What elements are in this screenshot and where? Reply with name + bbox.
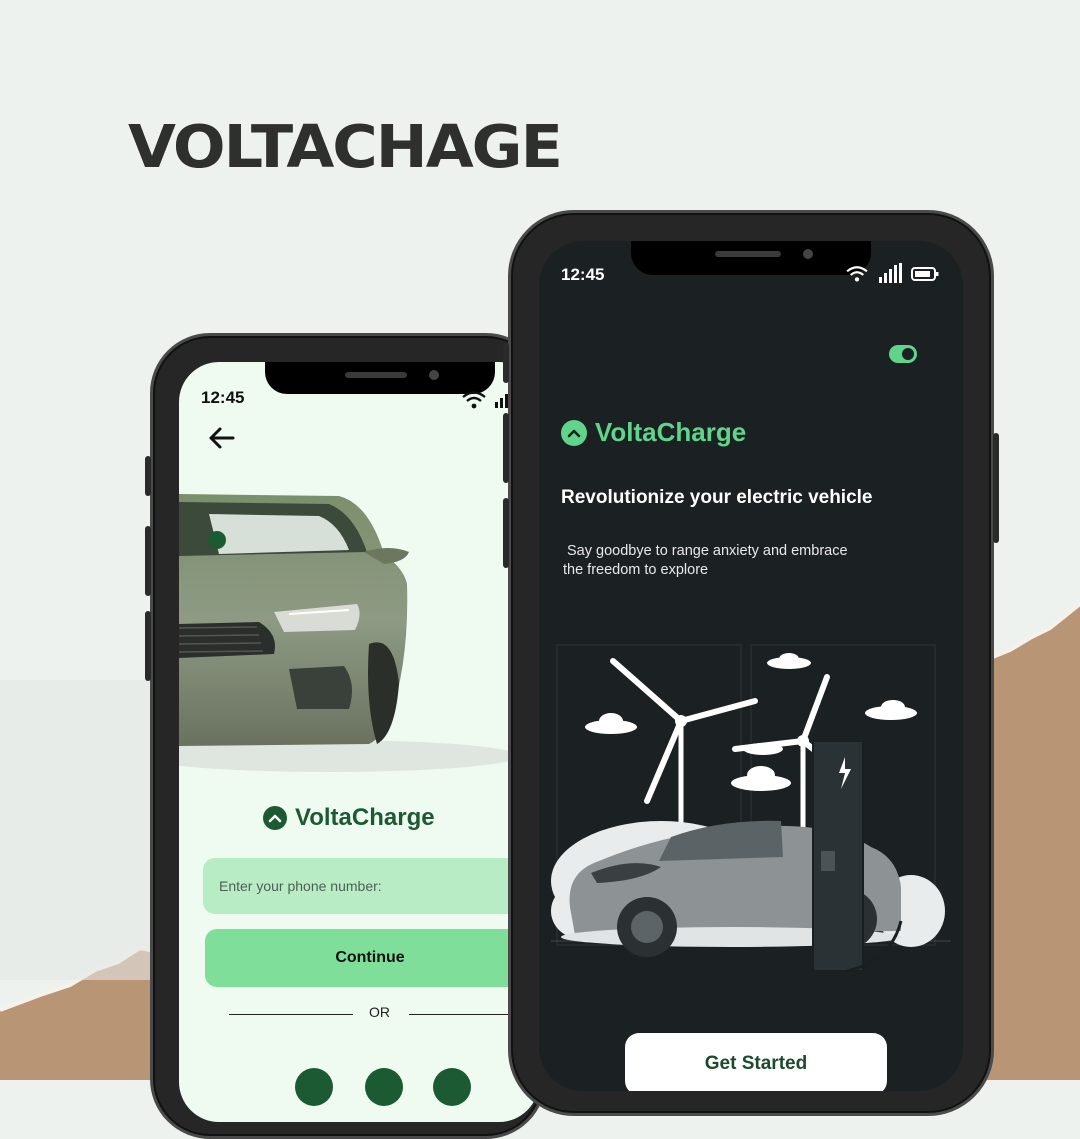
headline: Revolutionize your electric vehicle [561,487,873,508]
signal-icon [495,394,508,408]
wifi-icon [846,266,868,282]
back-arrow-icon[interactable] [207,426,235,450]
facebook-icon[interactable] [295,1068,333,1106]
logo-chevron-icon [263,806,287,830]
login-screen: 12:45 VoltaCharge Enter your phone numbe… [179,362,539,1122]
volume-up-button [503,413,509,483]
brand-logo: VoltaCharge [561,417,746,448]
or-label: OR [369,1004,390,1020]
google-icon[interactable] [365,1068,403,1106]
battery-icon [911,267,939,281]
volume-up-button [145,526,151,596]
wifi-icon [462,391,486,409]
theme-toggle[interactable] [889,345,917,363]
continue-button[interactable]: Continue [205,929,535,987]
left-phone: 12:45 VoltaCharge Enter your phone numbe… [145,333,546,1139]
brand-name: VoltaCharge [595,417,747,447]
page-title: VOLTACHAGE [128,112,563,182]
signal-icon [879,263,902,283]
apple-icon[interactable] [433,1068,471,1106]
right-phone: 12:45 VoltaCharge Revolutionize your ele… [503,210,999,1116]
brand-logo: VoltaCharge [263,804,435,832]
volume-down-button [503,498,509,568]
power-button [993,433,999,543]
ev-charging-illustration [551,644,951,973]
notch [631,241,871,275]
brand-name: VoltaCharge [295,804,435,831]
subtext-line2: the freedom to explore [563,562,709,578]
mute-switch [145,456,151,496]
status-time: 12:45 [561,265,605,284]
car-photo [179,494,519,772]
phone-number-input[interactable]: Enter your phone number: [203,858,533,914]
logo-chevron-icon [561,419,587,446]
mute-switch [503,343,509,383]
welcome-screen: 12:45 VoltaCharge Revolutionize your ele… [539,241,963,1091]
or-divider: OR [229,1004,539,1024]
subtext-line1: Say goodbye to range anxiety and embrace [567,543,848,559]
volume-down-button [145,611,151,681]
get-started-button[interactable]: Get Started [625,1033,887,1091]
status-time: 12:45 [201,388,245,407]
